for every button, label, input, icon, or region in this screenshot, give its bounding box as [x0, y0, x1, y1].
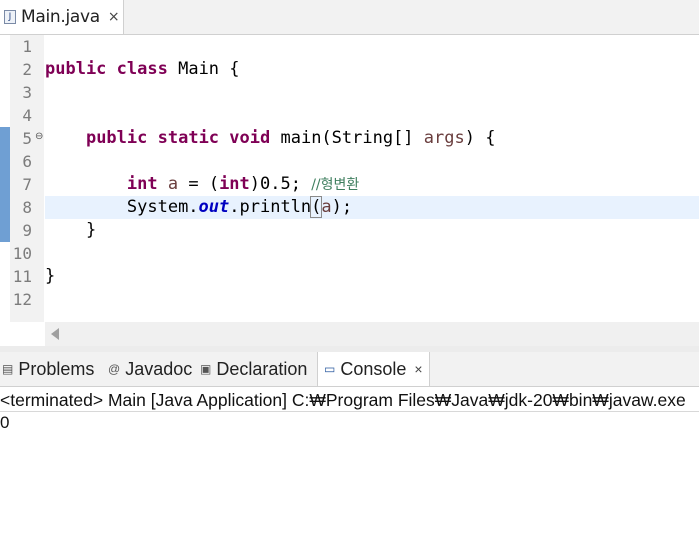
line-number: 2 — [22, 60, 32, 79]
editor-tab-label: Main.java — [21, 7, 100, 27]
code-text: ); — [331, 197, 353, 217]
code-text: = ( — [178, 174, 220, 194]
code-text: main(String[] — [270, 128, 424, 148]
code-line-7: int a = (int)0.5; //형변환 — [45, 173, 699, 196]
close-icon[interactable]: × — [414, 361, 422, 377]
problems-icon: ▤ — [2, 362, 14, 376]
line-number: 1 — [22, 37, 32, 56]
keyword: int — [219, 174, 250, 194]
keyword: class — [116, 59, 168, 79]
keyword: static — [157, 128, 220, 148]
at-icon: @ — [108, 362, 121, 376]
line-number: 11 — [12, 267, 32, 286]
tab-label: Declaration — [216, 358, 308, 379]
code-editor[interactable]: 1 2 3 4 5 ⊖ 6 7 8 9 10 11 12 public clas… — [0, 35, 699, 322]
parameter-name: args — [423, 128, 465, 148]
tab-label: Problems — [18, 358, 95, 379]
code-line-2: public class Main { — [45, 58, 699, 81]
matching-bracket: ( — [310, 196, 323, 218]
console-output[interactable]: 0 — [0, 412, 9, 434]
keyword: void — [229, 128, 271, 148]
scroll-left-arrow-icon[interactable] — [51, 328, 59, 340]
code-text: ) { — [464, 128, 496, 148]
tab-problems[interactable]: ▤ Problems — [2, 352, 94, 386]
keyword: public — [85, 128, 148, 148]
code-line-5: public static void main(String[] args) { — [45, 127, 699, 150]
tab-console[interactable]: ▭ Console × — [317, 352, 430, 386]
console-icon: ▭ — [324, 362, 336, 376]
code-text: Main { — [167, 59, 240, 79]
tab-javadoc[interactable]: @ Javadoc — [108, 352, 192, 386]
line-number: 7 — [22, 175, 32, 194]
declaration-icon: ▣ — [200, 362, 212, 376]
variable-name: a — [321, 197, 332, 217]
overview-ruler — [0, 35, 10, 322]
line-number-gutter: 1 2 3 4 5 ⊖ 6 7 8 9 10 11 12 — [10, 35, 44, 322]
collapse-fold-icon[interactable]: ⊖ — [35, 131, 43, 142]
horizontal-scrollbar[interactable] — [45, 322, 699, 346]
line-number: 9 — [22, 221, 32, 240]
close-icon[interactable]: × — [108, 9, 120, 25]
code-text: .println — [229, 197, 312, 217]
keyword: int — [126, 174, 158, 194]
line-number: 4 — [22, 106, 32, 125]
code-line-8-current: System.out.println(a); — [45, 196, 699, 219]
code-line-11: } — [45, 266, 56, 286]
editor-tab-main-java[interactable]: J Main.java × — [0, 0, 124, 34]
code-text: System. — [126, 197, 199, 217]
tab-declaration[interactable]: ▣ Declaration — [200, 352, 307, 386]
line-number: 6 — [22, 152, 32, 171]
static-field: out — [198, 197, 230, 217]
tab-label: Javadoc — [125, 358, 193, 379]
bottom-panel-tabs: ▤ Problems @ Javadoc ▣ Declaration ▭ Con… — [0, 352, 699, 387]
change-marker — [0, 127, 10, 242]
line-number: 8 — [22, 198, 32, 217]
code-area[interactable]: public class Main { public static void m… — [45, 35, 699, 322]
line-number: 10 — [12, 244, 32, 263]
code-text: )0.5; — [249, 174, 312, 194]
line-number: 12 — [12, 290, 32, 309]
line-number: 5 — [22, 129, 32, 148]
line-number: 3 — [22, 83, 32, 102]
tab-label: Console — [340, 358, 407, 379]
code-comment: //형변환 — [311, 177, 360, 193]
editor-tab-bar: J Main.java × — [0, 0, 699, 35]
variable-name: a — [167, 174, 179, 194]
keyword: public — [45, 59, 107, 79]
code-line-9: } — [45, 220, 97, 240]
java-file-icon: J — [4, 10, 16, 24]
console-status: <terminated> Main [Java Application] C:₩… — [0, 387, 699, 412]
